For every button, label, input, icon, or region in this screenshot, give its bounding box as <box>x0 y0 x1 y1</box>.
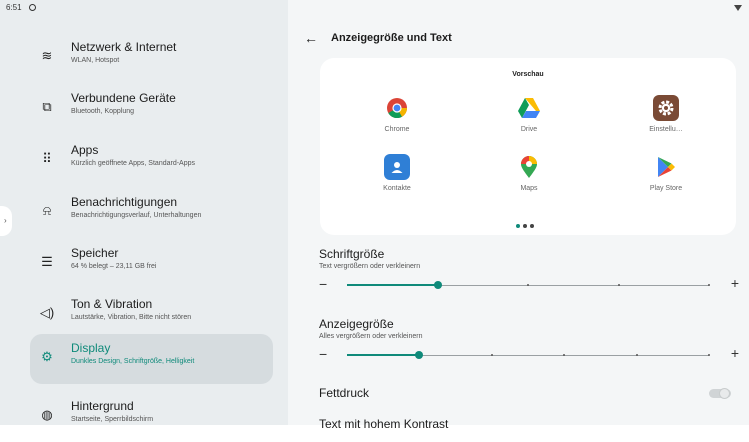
bell-icon: ⍾ <box>42 203 52 218</box>
preview-label: Vorschau <box>512 71 544 78</box>
status-bar: 6:51 <box>0 0 749 18</box>
dnd-icon <box>29 4 36 11</box>
speaker-icon: ◁) <box>39 305 55 320</box>
sidebar-item-label: Apps <box>71 143 99 157</box>
storage-icon: ☰ <box>41 254 53 269</box>
app-label: Play Store <box>649 185 683 192</box>
app-label: Maps <box>520 185 538 192</box>
bold-text-label: Fettdruck <box>319 386 370 400</box>
slider-tick <box>617 284 620 286</box>
app-label: Drive <box>520 126 538 133</box>
chevron-right-icon: › <box>4 216 7 225</box>
sidebar-item-label: Hintergrund <box>71 399 134 413</box>
page-dot[interactable] <box>516 224 520 228</box>
page-dot[interactable] <box>523 224 527 228</box>
preview-app-settings: Einstellu… <box>626 95 706 133</box>
sidebar-item-hintergrund[interactable]: ◍ Hintergrund Startseite, Sperrbildschirm <box>30 392 273 442</box>
drive-icon <box>516 95 542 121</box>
sidebar-item-subtitle: Dunkles Design, Schriftgröße, Helligkeit <box>71 358 195 365</box>
sidebar-item-subtitle: WLAN, Hotspot <box>71 57 120 64</box>
preview-card: Vorschau Chrome Drive Einstellu… Kontakt… <box>320 58 736 235</box>
sidebar-item-label: Verbundene Geräte <box>71 91 176 105</box>
page-dot[interactable] <box>530 224 534 228</box>
apps-grid-icon: ⠿ <box>42 151 52 166</box>
back-arrow-icon[interactable]: ← <box>304 30 318 46</box>
settings-app-icon <box>653 95 679 121</box>
display-size-slider[interactable]: − + <box>319 345 739 362</box>
toggle-knob <box>719 388 730 399</box>
decrease-display-button[interactable]: − <box>319 346 327 362</box>
brightness-icon: ⚙ <box>41 349 53 364</box>
slider-thumb[interactable] <box>433 281 442 289</box>
status-time: 6:51 <box>6 3 22 12</box>
increase-font-button[interactable]: + <box>731 275 739 291</box>
display-size-title: Anzeigegröße <box>319 317 394 331</box>
preview-page-indicator[interactable] <box>516 215 537 233</box>
sidebar-item-label: Ton & Vibration <box>71 297 153 311</box>
app-label: Chrome <box>384 126 410 133</box>
page-title: Anzeigegröße und Text <box>331 32 452 44</box>
slider-fill <box>347 284 438 286</box>
sidebar-item-benachrichtigungen[interactable]: ⍾ Benachrichtigungen Benachrichtigungsverl… <box>30 188 273 238</box>
sidebar-item-label: Benachrichtigungen <box>71 195 178 209</box>
font-size-subtitle: Text vergrößern oder verkleinern <box>319 263 421 270</box>
slider-tick <box>635 354 638 356</box>
sidebar-item-display[interactable]: ⚙ Display Dunkles Design, Schriftgröße, He… <box>30 334 273 384</box>
slider-tick <box>708 284 710 286</box>
sidebar-item-apps[interactable]: ⠿ Apps Kürzlich geöffnete Apps, Standard-A… <box>30 136 273 186</box>
font-size-title: Schriftgröße <box>319 247 385 261</box>
chrome-icon <box>384 95 410 121</box>
sidebar-item-subtitle: Bluetooth, Kopplung <box>71 108 135 115</box>
sidebar-item-label: Display <box>71 341 111 355</box>
sidebar-item-subtitle: Lautstärke, Vibration, Bitte nicht störe… <box>71 314 192 321</box>
connected-devices-icon: ⧉ <box>42 99 52 114</box>
contacts-icon <box>384 154 410 180</box>
wifi-icon: ≋ <box>41 48 53 63</box>
wifi-status-icon <box>734 5 742 11</box>
decrease-font-button[interactable]: − <box>319 276 327 292</box>
bold-text-toggle[interactable] <box>709 388 731 399</box>
play-store-icon <box>653 154 679 180</box>
maps-icon <box>516 154 542 180</box>
slider-tick <box>527 284 529 286</box>
content-pane: ← Anzeigegröße und Text Vorschau Chrome <box>288 0 749 431</box>
app-label: Einstellu… <box>649 126 683 133</box>
app-label: Kontakte <box>383 185 411 192</box>
font-size-slider[interactable]: − + <box>319 275 739 292</box>
preview-app-maps: Maps <box>489 154 569 192</box>
sidebar-item-subtitle: Benachrichtigungsverlauf, Unterhaltungen <box>71 212 202 219</box>
sidebar-item-verbundene-geräte[interactable]: ⧉ Verbundene Geräte Bluetooth, Kopplung <box>30 84 273 134</box>
sidebar-item-subtitle: Startseite, Sperrbildschirm <box>71 416 154 423</box>
preview-app-play-store: Play Store <box>626 154 706 192</box>
sidebar-item-label: Speicher <box>71 246 119 260</box>
slider-tick <box>490 354 493 356</box>
sidebar-item-subtitle: Kürzlich geöffnete Apps, Standard-Apps <box>71 160 196 167</box>
palette-icon: ◍ <box>41 407 53 422</box>
sidebar-item-netzwerk-internet[interactable]: ≋ Netzwerk & Internet WLAN, Hotspot <box>30 33 273 83</box>
increase-display-button[interactable]: + <box>731 345 739 361</box>
settings-sidebar: › ≋ Netzwerk & Internet WLAN, Hotspot ⧉ Verb… <box>0 0 288 425</box>
slider-thumb[interactable] <box>415 351 424 359</box>
slider-tick <box>708 354 710 356</box>
display-size-subtitle: Alles vergrößern oder verkleinern <box>319 333 423 340</box>
sidebar-item-subtitle: 64 % belegt – 23,11 GB frei <box>71 263 157 270</box>
sidebar-expand-handle[interactable]: › <box>0 206 12 236</box>
slider-fill <box>347 354 420 356</box>
sidebar-item-label: Netzwerk & Internet <box>71 40 177 54</box>
preview-app-contacts: Kontakte <box>357 154 437 192</box>
high-contrast-label: Text mit hohem Kontrast <box>319 417 449 431</box>
preview-app-chrome: Chrome <box>357 95 437 133</box>
sidebar-item-speicher[interactable]: ☰ Speicher 64 % belegt – 23,11 GB frei <box>30 239 273 289</box>
sidebar-item-ton-vibration[interactable]: ◁) Ton & Vibration Lautstärke, Vibration, … <box>30 290 273 340</box>
preview-app-drive: Drive <box>489 95 569 133</box>
